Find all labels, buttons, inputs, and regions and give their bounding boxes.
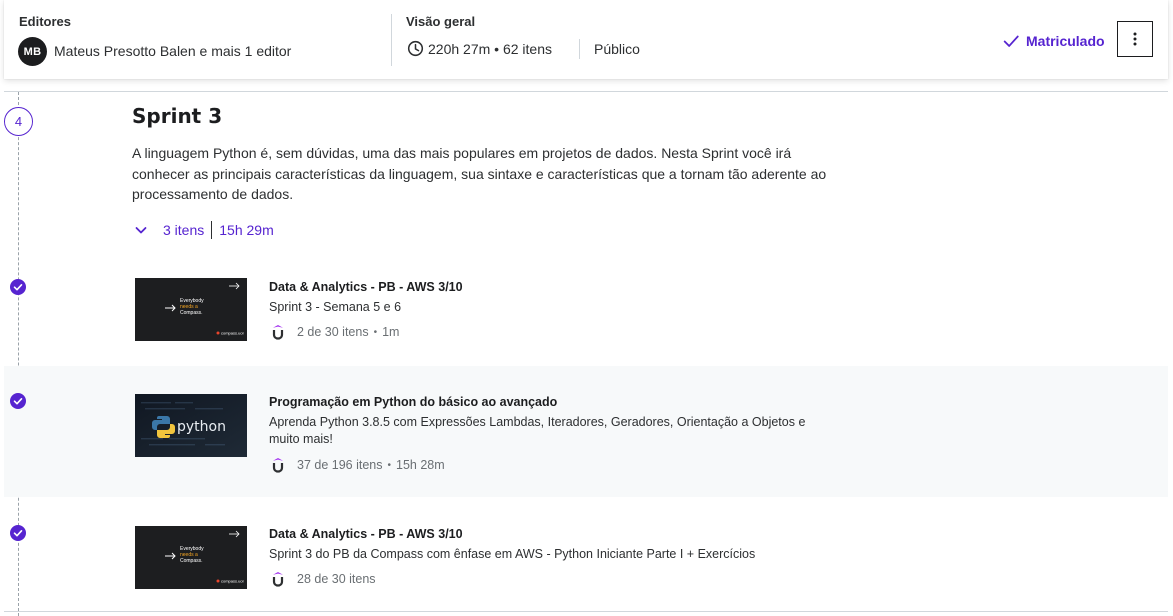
item-meta: 28 de 30 itens [271, 571, 376, 587]
item-progress: 37 de 196 itens [297, 458, 383, 472]
item-title[interactable]: Data & Analytics - PB - AWS 3/10 [269, 280, 463, 294]
step-number: 4 [4, 107, 33, 136]
separator-dot: • [387, 459, 392, 471]
thumbnail-line-3: Compass. [180, 558, 203, 564]
course-item[interactable]: Everybody needs a Compass. compass.uol D… [4, 500, 1168, 610]
items-toggle[interactable]: 3 itens 15h 29m [134, 221, 274, 239]
course-item[interactable]: python Programação em Python do básico a… [4, 366, 1168, 497]
course-duration: 220h 27m • 62 itens [428, 41, 552, 57]
thumbnail-brand: compass.uol [221, 579, 244, 584]
divider [579, 39, 580, 59]
compass-logo-icon: Everybody needs a Compass. compass.uol [135, 278, 247, 341]
visibility-status: Público [594, 41, 640, 57]
check-icon [1003, 35, 1019, 47]
python-wordmark: python [177, 419, 226, 435]
more-options-button[interactable] [1117, 21, 1153, 57]
course-item[interactable]: Everybody needs a Compass. compass.uol D… [4, 264, 1168, 364]
overview-label: Visão geral [406, 14, 476, 29]
divider [211, 221, 213, 239]
compass-logo-icon: Everybody needs a Compass. compass.uol [135, 526, 247, 589]
sprint-description: A linguagem Python é, sem dúvidas, uma d… [132, 145, 827, 202]
thumbnail-line-3: Compass. [180, 310, 203, 316]
divider [4, 611, 1168, 612]
course-thumbnail[interactable]: Everybody needs a Compass. compass.uol [135, 526, 247, 589]
course-thumbnail[interactable]: Everybody needs a Compass. compass.uol [135, 278, 247, 341]
separator-dot: • [373, 326, 378, 338]
divider [4, 91, 1168, 92]
udemy-logo-icon [272, 572, 284, 587]
enrolled-label: Matriculado [1026, 33, 1105, 49]
completed-check-icon [10, 279, 26, 295]
item-duration: 1m [382, 325, 400, 339]
completed-check-icon [10, 393, 26, 409]
item-duration: 15h 28m [396, 458, 445, 472]
course-header: Editores MB Mateus Presotto Balen e mais… [4, 0, 1168, 79]
item-subtitle: Sprint 3 do PB da Compass com ênfase em … [269, 547, 756, 561]
udemy-logo-icon [272, 325, 284, 340]
item-title[interactable]: Programação em Python do básico ao avanç… [269, 395, 557, 409]
udemy-logo-icon [272, 458, 284, 473]
thumbnail-brand: compass.uol [221, 331, 244, 336]
editors-names[interactable]: Mateus Presotto Balen e mais 1 editor [54, 43, 291, 59]
total-duration: 15h 29m [219, 222, 274, 238]
enrolled-status[interactable]: Matriculado [1002, 31, 1105, 51]
avatar[interactable]: MB [18, 37, 47, 66]
sprint-title: Sprint 3 [132, 104, 223, 128]
completed-check-icon [10, 525, 26, 541]
item-subtitle: Aprenda Python 3.8.5 com Expressões Lamb… [269, 415, 806, 446]
item-meta: 2 de 30 itens • 1m [271, 324, 399, 340]
editors-label: Editores [19, 14, 72, 29]
items-count: 3 itens [163, 222, 205, 238]
chevron-down-icon [135, 227, 147, 234]
python-logo-icon: python [135, 394, 247, 457]
more-vertical-icon [1133, 32, 1137, 46]
item-meta: 37 de 196 itens • 15h 28m [271, 457, 445, 473]
item-progress: 2 de 30 itens [297, 325, 369, 339]
course-thumbnail[interactable]: python [135, 394, 247, 457]
item-progress: 28 de 30 itens [297, 572, 376, 586]
clock-icon [407, 40, 424, 57]
divider [391, 14, 392, 66]
item-subtitle: Sprint 3 - Semana 5 e 6 [269, 300, 402, 314]
item-title[interactable]: Data & Analytics - PB - AWS 3/10 [269, 527, 463, 541]
